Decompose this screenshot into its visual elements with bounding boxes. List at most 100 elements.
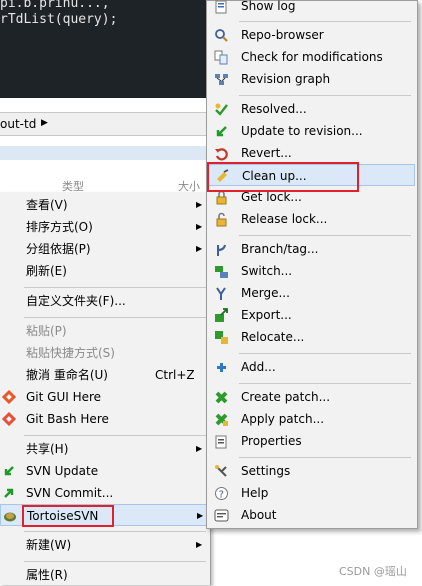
menu-separator [239,353,411,354]
menu-item-group[interactable]: 分组依据(P) ▶ [0,238,210,260]
export-icon [215,308,228,322]
menu-label: 属性(R) [26,568,68,582]
address-bar[interactable]: out-td ▶ [0,112,215,136]
menu-label: Relocate... [241,330,305,344]
menu-item-create-patch[interactable]: Create patch... [207,386,415,408]
chevron-right-icon[interactable]: ▶ [41,118,48,128]
menu-label: 分组依据(P) [26,242,91,256]
menu-item-sort[interactable]: 排序方式(O) ▶ [0,216,210,238]
menu-item-export[interactable]: Export... [207,304,415,326]
menu-item-customize[interactable]: 自定义文件夹(F)... [0,290,210,312]
menu-item-show-log[interactable]: Show log [207,0,415,17]
menu-label: Show log [241,0,296,13]
menu-label: 排序方式(O) [26,220,93,234]
menu-label: Branch/tag... [241,242,319,256]
menu-label: Settings [241,464,291,478]
menu-separator [239,95,411,96]
chevron-right-icon: ▶ [196,200,203,209]
menu-item-undo-rename[interactable]: 撤消 重命名(U) Ctrl+Z [0,364,210,386]
code-editor: pi.b.prinu..., rTdList(query); [0,0,215,98]
menu-separator [239,235,411,236]
menu-label: 撤消 重命名(U) [26,368,108,382]
menu-item-resolved[interactable]: Resolved... [207,98,415,120]
menu-item-paste[interactable]: 粘贴(P) [0,320,210,342]
menu-item-revert[interactable]: Revert... [207,142,415,164]
menu-label: 查看(V) [26,198,68,212]
menu-label: Revert... [241,146,292,160]
menu-separator [24,317,206,318]
menu-item-share[interactable]: 共享(H) ▶ [0,438,210,460]
menu-separator [239,21,411,22]
code-line: rTdList(query); [0,12,118,27]
menu-label: Git GUI Here [26,390,102,404]
menu-label: Check for modifications [241,50,383,64]
highlight-box [207,162,359,192]
highlight-box [22,505,114,527]
menu-item-svn-update[interactable]: SVN Update [0,460,210,482]
address-path[interactable]: out-td [0,117,36,131]
menu-label: Export... [241,308,292,322]
git-gui-icon [2,390,16,404]
menu-item-branch-tag[interactable]: Branch/tag... [207,238,415,260]
menu-item-about[interactable]: About [207,504,415,526]
menu-item-properties[interactable]: 属性(R) [0,564,210,586]
apply-patch-icon [215,413,228,426]
menu-item-repo-browser[interactable]: Repo-browser [207,24,415,46]
menu-item-paste-shortcut[interactable]: 粘贴快捷方式(S) [0,342,210,364]
about-icon [214,509,229,522]
menu-item-git-gui[interactable]: Git GUI Here [0,386,210,408]
settings-icon [215,465,227,477]
menu-label: Add... [241,360,276,374]
menu-label: Revision graph [241,72,331,86]
revision-graph-icon [215,74,228,85]
menu-item-settings[interactable]: Settings [207,460,415,482]
menu-label: Apply patch... [241,412,325,426]
menu-item-relocate[interactable]: Relocate... [207,326,415,348]
svn-commit-icon [4,488,14,498]
menu-item-switch[interactable]: Switch... [207,260,415,282]
menu-item-git-bash[interactable]: Git Bash Here [0,408,210,430]
menu-item-refresh[interactable]: 刷新(E) [0,260,210,282]
menu-separator [239,383,411,384]
svn-update-icon [4,466,14,476]
properties-icon [215,435,227,449]
repo-browser-icon [215,29,228,42]
menu-label: 粘贴快捷方式(S) [26,346,115,360]
menu-item-check-modifications[interactable]: Check for modifications [207,46,415,68]
watermark: CSDN @瑶山 [339,565,407,578]
menu-label: Release lock... [241,212,328,226]
menu-item-help[interactable]: ? Help [207,482,415,504]
menu-label: 新建(W) [26,538,72,552]
tortoisesvn-icon [4,512,16,522]
menu-separator [24,287,206,288]
unlock-icon [216,212,227,227]
menu-item-new[interactable]: 新建(W) ▶ [0,534,210,556]
menu-item-apply-patch[interactable]: Apply patch... [207,408,415,430]
menu-label: 粘贴(P) [26,324,67,338]
branch-icon [217,244,226,256]
menu-label: Resolved... [241,102,307,116]
create-patch-icon [215,391,228,404]
revert-icon [215,148,228,161]
menu-item-properties[interactable]: Properties [207,430,415,452]
menu-item-add[interactable]: Add... [207,356,415,378]
menu-label: Create patch... [241,390,331,404]
tortoisesvn-submenu: Show log Repo-browser Check for modifica… [206,0,418,529]
chevron-right-icon: ▶ [197,511,204,520]
menu-item-update-to-revision[interactable]: Update to revision... [207,120,415,142]
menu-item-merge[interactable]: Merge... [207,282,415,304]
menu-label: Update to revision... [241,124,363,138]
menu-separator [239,457,411,458]
menu-item-revision-graph[interactable]: Revision graph [207,68,415,90]
chevron-right-icon: ▶ [196,222,203,231]
git-bash-icon [2,412,16,426]
menu-item-view[interactable]: 查看(V) ▶ [0,194,210,216]
check-modifications-icon [214,50,228,65]
help-icon: ? [215,487,228,501]
menu-separator [24,435,206,436]
menu-item-svn-commit[interactable]: SVN Commit... [0,482,210,504]
menu-separator [24,531,206,532]
menu-item-release-lock[interactable]: Release lock... [207,208,415,230]
switch-icon [215,266,228,278]
code-line: pi.b.prinu..., [0,0,118,11]
